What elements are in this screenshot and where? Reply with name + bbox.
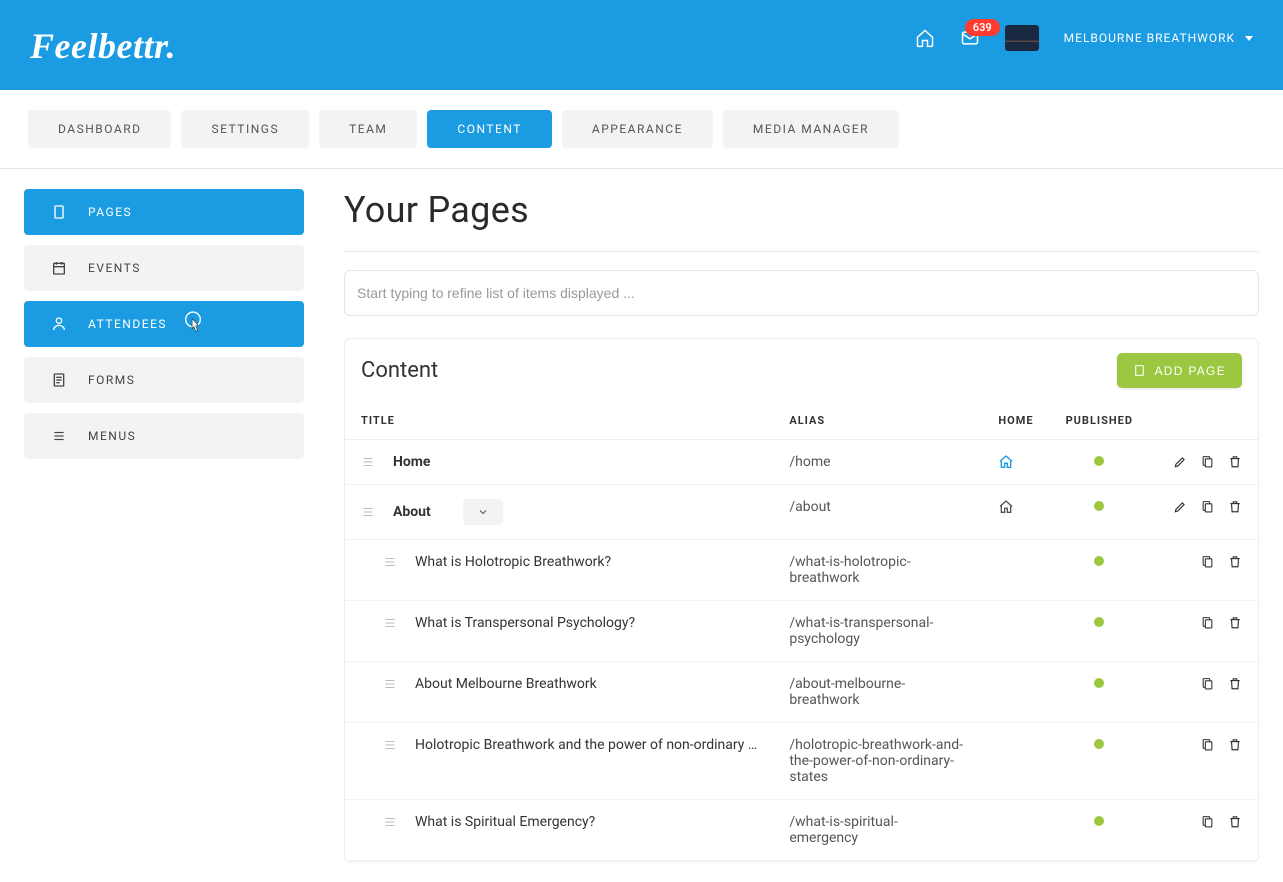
col-published: PUBLISHED — [1050, 402, 1149, 440]
table-row: Holotropic Breathwork and the power of n… — [345, 723, 1258, 800]
edit-icon[interactable] — [1173, 455, 1187, 469]
tab-settings[interactable]: SETTINGS — [181, 110, 309, 148]
alias-cell: /what-is-spiritual-emergency — [789, 814, 897, 846]
page-title-cell[interactable]: Home — [393, 454, 430, 470]
alias-cell: /what-is-holotropic-breathwork — [789, 554, 910, 586]
col-title: TITLE — [345, 402, 773, 440]
table-row: About/about — [345, 485, 1258, 540]
drag-handle-icon[interactable] — [383, 617, 401, 629]
document-icon — [50, 203, 68, 221]
drag-handle-icon[interactable] — [383, 739, 401, 751]
calendar-icon — [50, 259, 68, 277]
cursor-pointer-icon — [182, 311, 204, 337]
table-row: What is Transpersonal Psychology? /what-i… — [345, 601, 1258, 662]
delete-icon[interactable] — [1228, 737, 1242, 752]
published-dot[interactable] — [1094, 617, 1104, 627]
delete-icon[interactable] — [1228, 676, 1242, 691]
alias-cell: /holotropic-breathwork-and-the-power-of-… — [789, 737, 963, 785]
edit-icon[interactable] — [1173, 500, 1187, 514]
sidebar-item-pages[interactable]: PAGES — [24, 189, 304, 235]
mail-icon[interactable]: 639 — [960, 28, 980, 48]
page-title-cell[interactable]: What is Transpersonal Psychology? — [415, 615, 635, 631]
chevron-down-icon — [1245, 36, 1253, 41]
header-right: 639 MELBOURNE BREATHWORK — [915, 25, 1253, 51]
content-panel: Content ADD PAGE TITLE ALIAS HOME PUBLIS… — [344, 338, 1259, 862]
copy-icon[interactable] — [1201, 499, 1214, 514]
sidebar-item-events[interactable]: EVENTS — [24, 245, 304, 291]
delete-icon[interactable] — [1228, 615, 1242, 630]
page-title-cell[interactable]: Holotropic Breathwork and the power of n… — [415, 737, 757, 753]
top-header: Feelbettr. 639 MELBOURNE BREATHWORK — [0, 0, 1283, 90]
table-row: What is Holotropic Breathwork? /what-is-h… — [345, 540, 1258, 601]
form-icon — [50, 371, 68, 389]
table-row: What is Spiritual Emergency? /what-is-spi… — [345, 800, 1258, 861]
tab-appearance[interactable]: APPEARANCE — [562, 110, 713, 148]
person-icon — [50, 315, 68, 333]
mail-badge: 639 — [965, 19, 1000, 36]
tab-media-manager[interactable]: MEDIA MANAGER — [723, 110, 899, 148]
home-icon[interactable] — [998, 499, 1033, 515]
alias-cell: /what-is-transpersonal-psychology — [789, 615, 933, 647]
copy-icon[interactable] — [1201, 554, 1214, 569]
published-dot[interactable] — [1094, 501, 1104, 511]
brand-logo[interactable]: Feelbettr. — [30, 25, 176, 67]
tab-dashboard[interactable]: DASHBOARD — [28, 110, 171, 148]
copy-icon[interactable] — [1201, 814, 1214, 829]
published-dot[interactable] — [1094, 456, 1104, 466]
alias-cell: /about — [789, 499, 831, 515]
copy-icon[interactable] — [1201, 737, 1214, 752]
page-title: Your Pages — [344, 189, 1259, 231]
col-alias: ALIAS — [773, 402, 982, 440]
page-title-cell[interactable]: What is Holotropic Breathwork? — [415, 554, 611, 570]
drag-handle-icon[interactable] — [383, 816, 401, 828]
page-title-cell[interactable]: About — [393, 504, 431, 520]
home-icon[interactable] — [915, 28, 935, 48]
alias-cell: /home — [789, 454, 830, 470]
sidebar-item-forms[interactable]: FORMS — [24, 357, 304, 403]
copy-icon[interactable] — [1201, 454, 1214, 469]
pages-table: TITLE ALIAS HOME PUBLISHED Home/homeAbou… — [345, 402, 1258, 861]
tab-team[interactable]: TEAM — [319, 110, 417, 148]
published-dot[interactable] — [1094, 556, 1104, 566]
add-page-button[interactable]: ADD PAGE — [1117, 353, 1242, 388]
home-icon[interactable] — [998, 454, 1033, 470]
copy-icon[interactable] — [1201, 676, 1214, 691]
delete-icon[interactable] — [1228, 499, 1242, 514]
tab-content[interactable]: CONTENT — [427, 110, 552, 148]
account-dropdown[interactable]: MELBOURNE BREATHWORK — [1064, 31, 1253, 45]
table-row: About Melbourne Breathwork/about-melbour… — [345, 662, 1258, 723]
main-content: Your Pages Content ADD PAGE TITLE ALIAS … — [344, 189, 1259, 862]
top-tabs: DASHBOARD SETTINGS TEAM CONTENT APPEARANCE ME… — [0, 90, 1283, 169]
col-home: HOME — [982, 402, 1049, 440]
delete-icon[interactable] — [1228, 554, 1242, 569]
drag-handle-icon[interactable] — [383, 556, 401, 568]
copy-icon[interactable] — [1201, 615, 1214, 630]
account-name: MELBOURNE BREATHWORK — [1064, 31, 1235, 45]
menu-icon — [50, 427, 68, 445]
published-dot[interactable] — [1094, 678, 1104, 688]
sidebar-item-menus[interactable]: MENUS — [24, 413, 304, 459]
published-dot[interactable] — [1094, 816, 1104, 826]
page-title-cell[interactable]: About Melbourne Breathwork — [415, 676, 597, 692]
divider — [344, 251, 1259, 252]
table-row: Home/home — [345, 440, 1258, 485]
document-plus-icon — [1133, 363, 1146, 378]
drag-handle-icon[interactable] — [383, 678, 401, 690]
section-title: Content — [361, 358, 438, 383]
alias-cell: /about-melbourne-breathwork — [789, 676, 905, 708]
drag-handle-icon[interactable] — [361, 456, 379, 468]
sidebar: PAGES EVENTS ATTENDEES FORMS MENUS — [24, 189, 304, 862]
expand-button[interactable] — [463, 499, 503, 525]
avatar[interactable] — [1005, 25, 1039, 51]
page-title-cell[interactable]: What is Spiritual Emergency? — [415, 814, 595, 830]
delete-icon[interactable] — [1228, 814, 1242, 829]
col-actions — [1149, 402, 1258, 440]
drag-handle-icon[interactable] — [361, 506, 379, 518]
sidebar-item-attendees[interactable]: ATTENDEES — [24, 301, 304, 347]
delete-icon[interactable] — [1228, 454, 1242, 469]
published-dot[interactable] — [1094, 739, 1104, 749]
search-input[interactable] — [344, 270, 1259, 316]
